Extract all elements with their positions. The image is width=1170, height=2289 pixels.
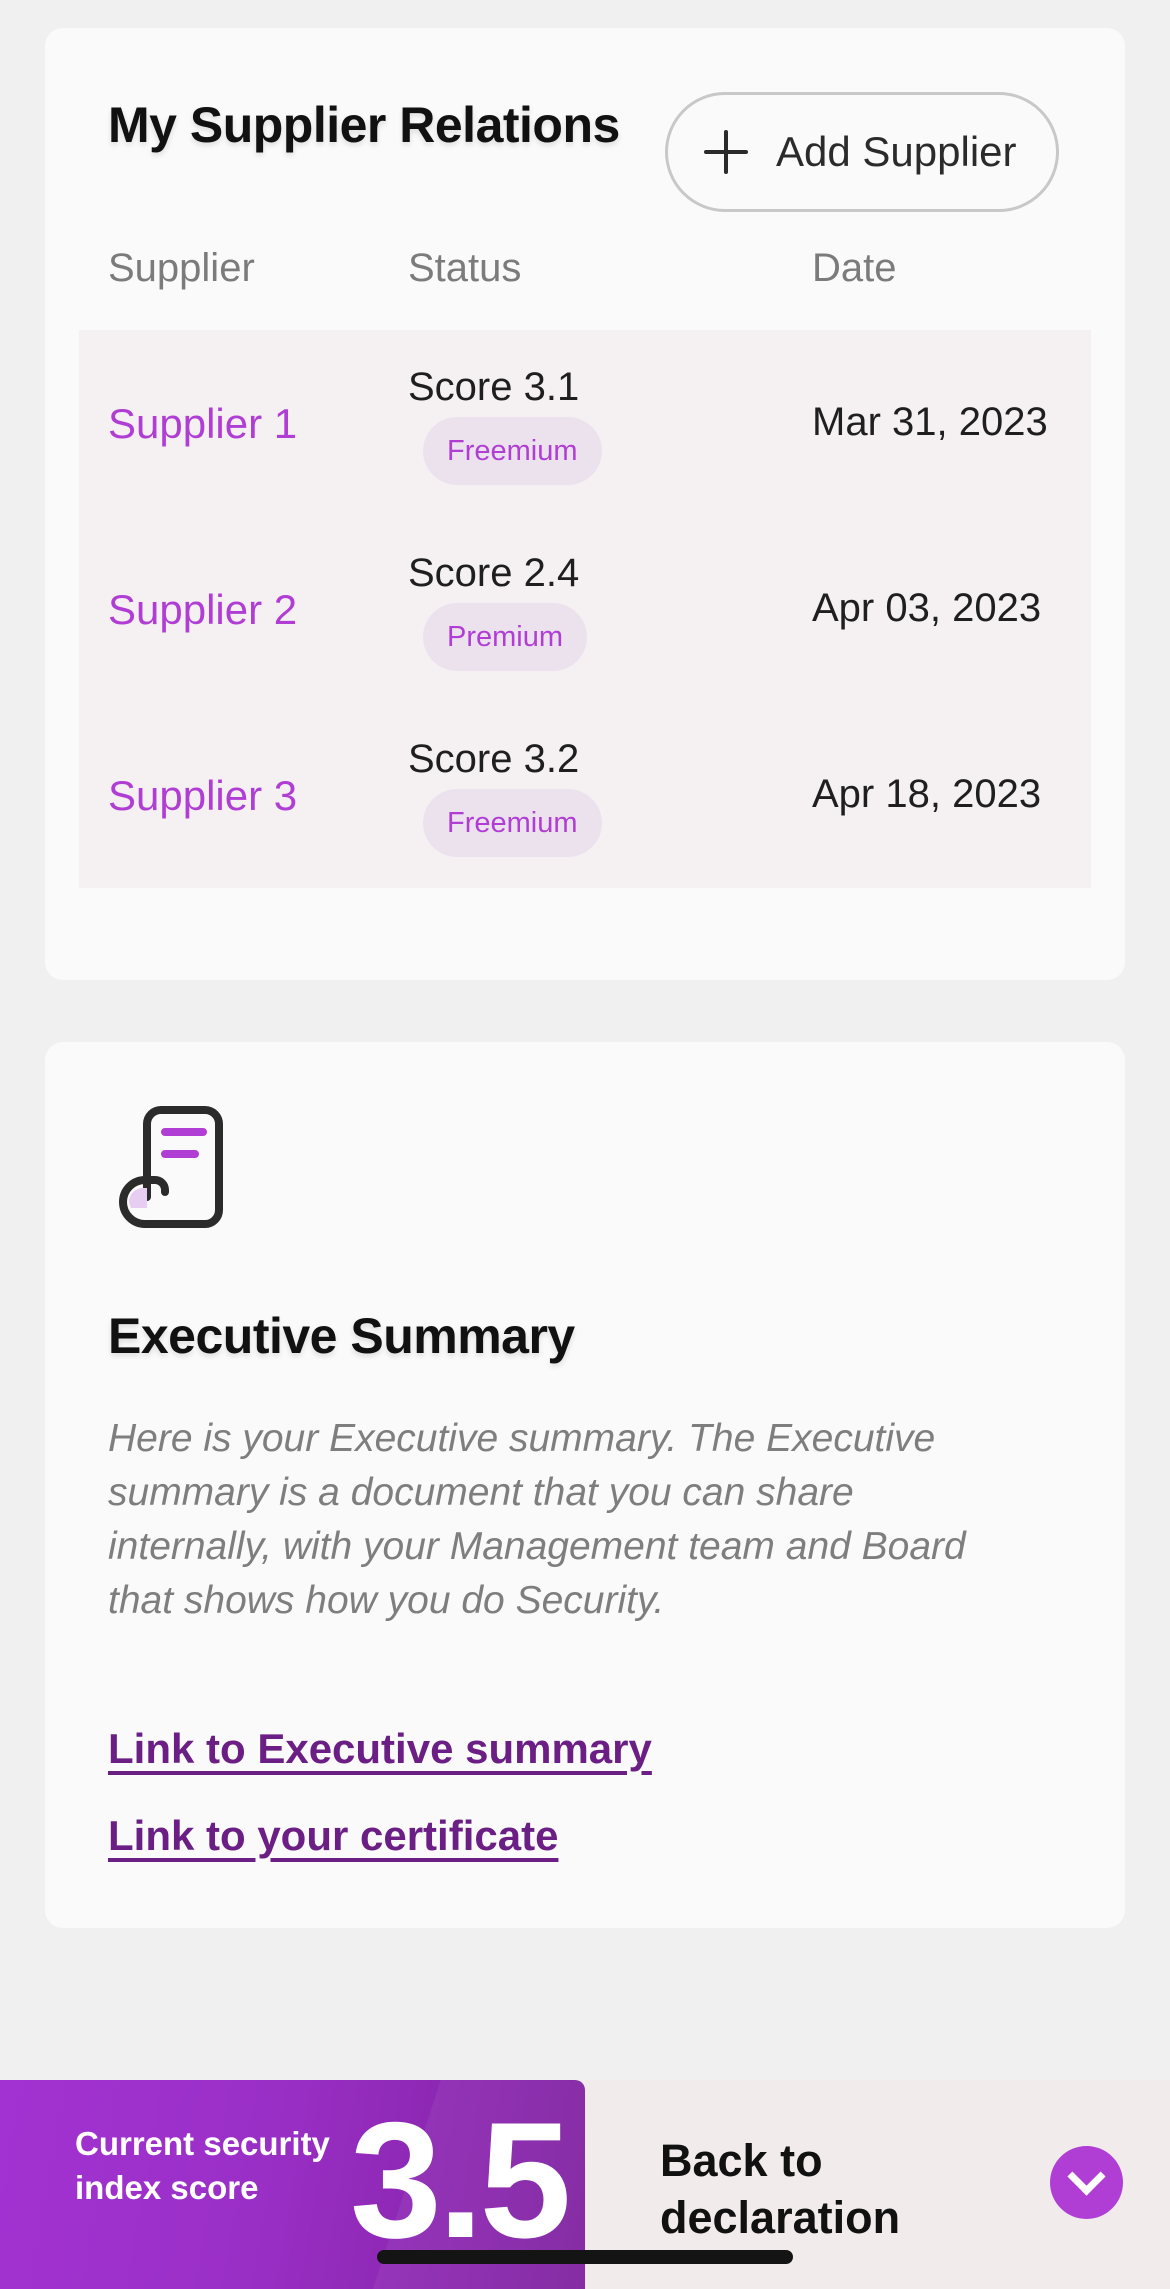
supplier-relations-title: My Supplier Relations [108,97,620,153]
supplier-score: Score 3.1 [408,365,580,409]
supplier-score: Score 3.2 [408,737,580,781]
supplier-link[interactable]: Supplier 1 [108,400,297,448]
table-row: Supplier 1 Score 3.1 Freemium Mar 31, 20… [79,330,1091,516]
add-supplier-button[interactable]: Add Supplier [665,92,1059,212]
executive-summary-title: Executive Summary [108,1308,575,1364]
table-row: Supplier 2 Score 2.4 Premium Apr 03, 202… [79,516,1091,702]
certificate-link[interactable]: Link to your certificate [108,1812,558,1860]
supplier-link[interactable]: Supplier 2 [108,586,297,634]
supplier-table-body: Supplier 1 Score 3.1 Freemium Mar 31, 20… [79,330,1091,888]
chevron-down-icon[interactable] [1050,2146,1123,2219]
home-indicator[interactable] [377,2250,793,2264]
back-to-declaration-label: Back to declaration [660,2135,901,2243]
document-scroll-icon [119,1106,223,1228]
column-header-date: Date [812,246,897,290]
supplier-date: Mar 31, 2023 [812,400,1048,444]
plus-icon [704,130,748,174]
supplier-score: Score 2.4 [408,551,580,595]
tier-badge: Premium [423,603,588,671]
tier-badge: Freemium [423,417,602,485]
executive-summary-card: Executive Summary Here is your Executive… [45,1042,1125,1928]
column-header-status: Status [408,246,522,290]
supplier-date: Apr 03, 2023 [812,586,1042,630]
supplier-relations-card: My Supplier Relations Add Supplier Suppl… [45,28,1125,980]
add-supplier-label: Add Supplier [776,128,1017,175]
column-header-supplier: Supplier [108,246,255,290]
executive-summary-description: Here is your Executive summary. The Exec… [108,1417,966,1622]
security-score-label: Current security index score [75,2125,330,2206]
executive-summary-link[interactable]: Link to Executive summary [108,1725,652,1773]
supplier-date: Apr 18, 2023 [812,772,1042,816]
tier-badge: Freemium [423,789,602,857]
supplier-link[interactable]: Supplier 3 [108,772,297,820]
table-row: Supplier 3 Score 3.2 Freemium Apr 18, 20… [79,702,1091,888]
